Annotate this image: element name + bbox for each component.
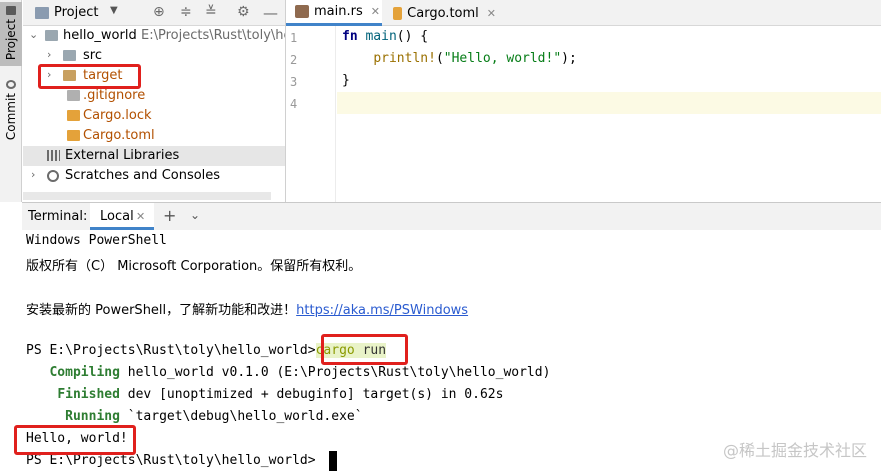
tab-cargo-toml[interactable]: Cargo.toml ✕ [384, 0, 496, 26]
project-tool-tab-label: Project [4, 19, 18, 61]
project-icon [35, 7, 49, 19]
terminal-panel: Terminal: Local ✕ + ⌄ Windows PowerShell… [22, 202, 881, 474]
close-icon[interactable]: ✕ [371, 5, 380, 18]
project-panel-header: Project ▼ ⊕ ≑ ≚ ⚙ — [23, 0, 285, 26]
code-line: fn main() { [342, 29, 429, 44]
tree-item-label: src [83, 48, 102, 63]
tree-root-hello-world[interactable]: ⌄ hello_world E:\Projects\Rust\toly\hell [23, 26, 299, 46]
collapse-all-icon[interactable]: ≑ [180, 4, 192, 20]
tree-item-label: Scratches and Consoles [65, 168, 221, 183]
project-panel: Project ▼ ⊕ ≑ ≚ ⚙ — ⌄ hello_world E:\Pro… [23, 0, 299, 202]
project-tool-tab[interactable]: Project [0, 2, 22, 66]
rust-file-icon [295, 5, 309, 18]
tree-item-external-libraries[interactable]: External Libraries [23, 146, 285, 166]
highlight-box-target [38, 64, 141, 89]
code-area[interactable]: fn main() { println!("Hello, world!"); } [337, 26, 881, 202]
tree-item-label: .gitignore [83, 88, 146, 103]
project-view-selector[interactable]: Project [54, 5, 98, 20]
terminal-line: 安装最新的 PowerShell，了解新功能和改进！https://aka.ms… [26, 303, 469, 318]
terminal-line: Compiling hello_world v0.1.0 (E:\Project… [49, 365, 551, 380]
close-icon[interactable]: ✕ [487, 7, 496, 20]
tree-item-gitignore[interactable]: .gitignore [23, 86, 285, 106]
commit-tool-tab-label: Commit [4, 92, 18, 140]
plus-icon[interactable]: + [163, 206, 176, 225]
tree-item-cargo-lock[interactable]: Cargo.lock [23, 106, 285, 126]
terminal-cursor [329, 451, 337, 471]
hide-icon[interactable]: — [263, 4, 278, 22]
commit-tool-tab[interactable]: Commit [0, 80, 22, 140]
commit-icon [6, 80, 16, 89]
highlight-box-output [14, 425, 136, 455]
tree-item-src[interactable]: › src [23, 46, 285, 66]
highlight-box-cargo-run [321, 334, 408, 365]
watermark: @稀土掘金技术社区 [722, 441, 867, 460]
tree-root-path: E:\Projects\Rust\toly\hell [141, 28, 299, 43]
tree-item-label: Cargo.toml [83, 128, 155, 143]
terminal-tab-local[interactable]: Local ✕ [90, 203, 154, 230]
lock-file-icon [67, 110, 80, 121]
libraries-icon [47, 150, 60, 161]
gear-icon[interactable]: ⚙ [237, 4, 250, 20]
tree-item-label: External Libraries [65, 148, 180, 163]
terminal-line: 版权所有（C） Microsoft Corporation。保留所有权利。 [26, 259, 362, 274]
terminal-line: Windows PowerShell [26, 233, 167, 248]
editor-tab-bar: main.rs ✕ Cargo.toml ✕ [286, 0, 881, 26]
tab-label: main.rs [314, 4, 363, 19]
line-number: 1 [290, 31, 298, 45]
folder-icon [45, 30, 58, 41]
line-number: 2 [290, 53, 298, 67]
close-icon[interactable]: ✕ [136, 210, 145, 223]
tool-window-stripe: Project Commit [0, 0, 22, 202]
terminal-line: Finished dev [unoptimized + debuginfo] t… [57, 387, 504, 402]
current-line-highlight [337, 92, 881, 114]
tree-item-scratches[interactable]: › Scratches and Consoles [23, 166, 285, 186]
chevron-right-icon[interactable]: › [47, 48, 51, 61]
folder-icon [63, 50, 76, 61]
terminal-tab-label: Local [100, 209, 134, 224]
tree-item-cargo-toml[interactable]: Cargo.toml [23, 126, 285, 146]
locate-icon[interactable]: ⊕ [153, 4, 165, 20]
chevron-down-icon[interactable]: ⌄ [190, 208, 200, 222]
tree-root-label: hello_world [63, 28, 137, 43]
expand-all-icon[interactable]: ≚ [205, 4, 217, 20]
tree-item-label: Cargo.lock [83, 108, 152, 123]
tab-main-rs[interactable]: main.rs ✕ [286, 0, 382, 26]
toml-file-icon [67, 130, 80, 141]
powershell-link[interactable]: https://aka.ms/PSWindows [296, 303, 468, 318]
editor-panel: main.rs ✕ Cargo.toml ✕ 1 2 3 4 fn main()… [285, 0, 881, 202]
chevron-right-icon[interactable]: › [31, 168, 35, 181]
code-line: println!("Hello, world!"); [373, 51, 577, 66]
chevron-down-icon[interactable]: ⌄ [29, 28, 38, 41]
terminal-header: Terminal: Local ✕ + ⌄ [22, 203, 881, 230]
terminal-prompt-line: PS E:\Projects\Rust\toly\hello_world> [26, 453, 316, 468]
line-number: 4 [290, 97, 298, 111]
toml-file-icon [393, 6, 403, 20]
line-number: 3 [290, 75, 298, 89]
line-number-gutter: 1 2 3 4 [286, 26, 336, 202]
tab-label: Cargo.toml [407, 5, 479, 21]
chevron-down-icon[interactable]: ▼ [110, 5, 118, 16]
folder-icon [6, 6, 16, 15]
horizontal-scrollbar[interactable] [23, 192, 271, 200]
terminal-title: Terminal: [28, 209, 88, 224]
code-line: } [342, 73, 350, 88]
gitignore-file-icon [67, 90, 80, 101]
scratches-icon [47, 170, 59, 182]
terminal-line: Running `target\debug\hello_world.exe` [65, 409, 363, 424]
